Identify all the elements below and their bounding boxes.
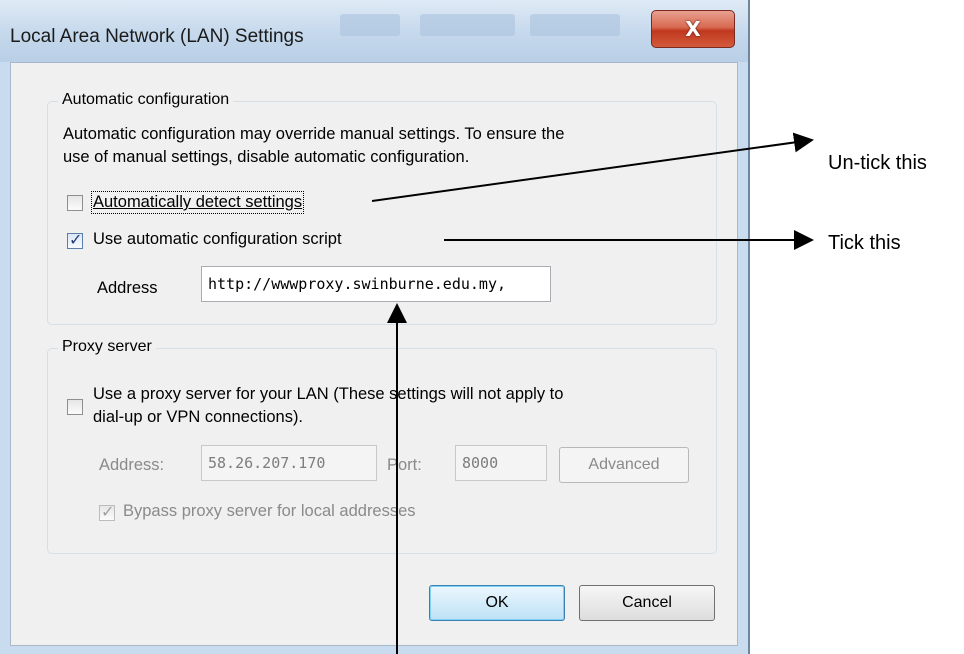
tick-annotation: Tick this bbox=[828, 232, 901, 254]
untick-annotation: Un-tick this bbox=[828, 152, 927, 174]
arrow-to-detect-settings bbox=[371, 132, 814, 202]
annotation-arrows bbox=[371, 132, 814, 654]
